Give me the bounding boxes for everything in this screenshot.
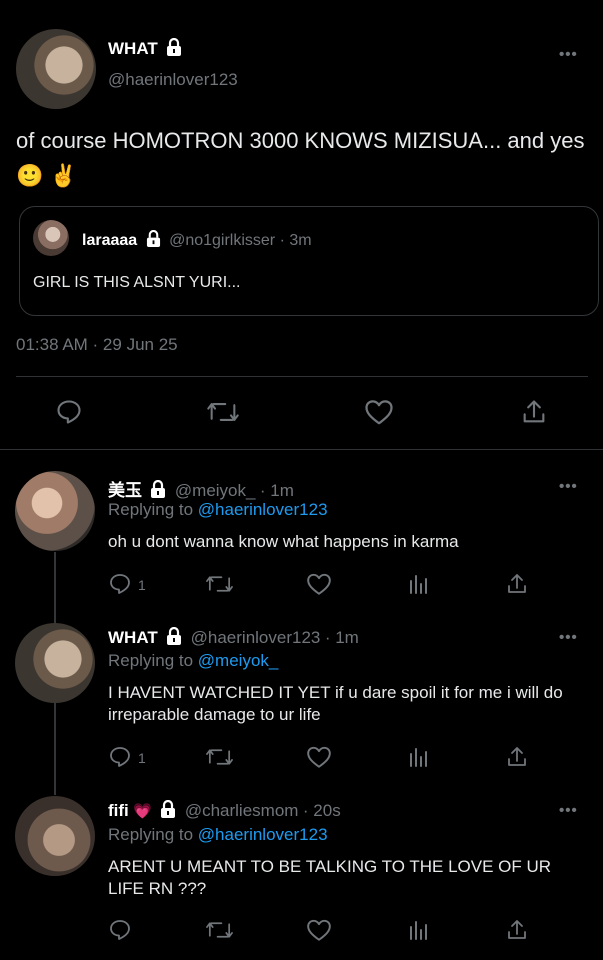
retweet-icon[interactable] (206, 398, 240, 426)
replying-to-link[interactable]: @haerinlover123 (198, 825, 328, 844)
quoted-text: GIRL IS THIS ALSNT YURI... (33, 274, 241, 291)
main-author-name[interactable]: WHAT (108, 38, 182, 59)
reply-2-display-name[interactable]: WHAT (108, 628, 158, 647)
lock-icon (161, 800, 176, 818)
divider (0, 449, 603, 450)
avatar-main[interactable] (16, 29, 96, 109)
like-icon[interactable] (306, 745, 332, 769)
main-handle[interactable]: @haerinlover123 (108, 70, 238, 90)
reply-3-handle[interactable]: @charliesmom (185, 801, 299, 820)
reply-1-handle[interactable]: @meiyok_ (175, 481, 256, 500)
reply-count: 1 (138, 577, 146, 593)
reply-2-text: I HAVENT WATCHED IT YET if u dare spoil … (108, 683, 563, 724)
reply-2-time: · 1m (324, 628, 359, 647)
main-tweet-text: of course HOMOTRON 3000 KNOWS MIZISUA...… (16, 123, 596, 193)
share-icon[interactable] (506, 572, 528, 596)
avatar-reply-2[interactable] (15, 623, 95, 703)
replying-to-link[interactable]: @haerinlover123 (198, 500, 328, 519)
quoted-avatar[interactable] (33, 220, 69, 256)
reply-3-display-name[interactable]: fifi (108, 801, 129, 820)
quoted-tweet-card[interactable]: laraaaa @no1girlkisser · 3m GIRL IS THIS… (19, 206, 599, 316)
like-icon[interactable] (306, 572, 332, 596)
replying-to-link[interactable]: @meiyok_ (198, 651, 279, 670)
quoted-display-name[interactable]: laraaaa (82, 232, 137, 249)
main-display-name[interactable]: WHAT (108, 39, 158, 58)
share-icon[interactable] (506, 918, 528, 942)
reply-1-text: oh u dont wanna know what happens in kar… (108, 532, 459, 551)
reply-1-time: · 1m (259, 481, 294, 500)
avatar-reply-1[interactable] (15, 471, 95, 551)
reply-icon[interactable] (108, 745, 132, 769)
main-timestamp[interactable]: 01:38 AM · 29 Jun 25 (16, 335, 178, 355)
analytics-icon[interactable] (408, 918, 430, 942)
lock-icon (151, 480, 166, 498)
replying-to-label: Replying to (108, 825, 194, 844)
main-text: of course HOMOTRON 3000 KNOWS MIZISUA...… (16, 128, 585, 153)
reply-3-text: ARENT U MEANT TO BE TALKING TO THE LOVE … (108, 857, 552, 898)
analytics-icon[interactable] (408, 745, 430, 769)
quoted-handle[interactable]: @no1girlkisser (169, 232, 275, 249)
more-icon[interactable]: ••• (559, 478, 578, 495)
more-icon[interactable]: ••• (559, 802, 578, 819)
reply-icon[interactable] (108, 918, 132, 942)
reply-count: 1 (138, 750, 146, 766)
more-icon[interactable]: ••• (559, 629, 578, 646)
lock-icon (146, 230, 160, 247)
main-emojis: 🙂 ✌️ (16, 163, 77, 188)
share-icon[interactable] (521, 398, 547, 426)
replying-to-label: Replying to (108, 500, 194, 519)
avatar-reply-3[interactable] (15, 796, 95, 876)
like-icon[interactable] (364, 398, 394, 426)
reply-2-handle[interactable]: @haerinlover123 (191, 628, 321, 647)
retweet-icon[interactable] (205, 745, 234, 769)
share-icon[interactable] (506, 745, 528, 769)
heart-emoji: 💗 (133, 803, 152, 820)
reply-1-display-name[interactable]: 美玉 (108, 481, 142, 500)
lock-icon (167, 38, 182, 56)
like-icon[interactable] (306, 918, 332, 942)
reply-icon[interactable] (55, 398, 83, 426)
retweet-icon[interactable] (205, 572, 234, 596)
more-icon[interactable]: ••• (559, 46, 578, 63)
reply-3-time: · 20s (302, 801, 341, 820)
replying-to-label: Replying to (108, 651, 194, 670)
analytics-icon[interactable] (408, 572, 430, 596)
thread-connector (54, 552, 56, 624)
divider (16, 376, 588, 377)
quoted-time: · 3m (279, 232, 312, 249)
retweet-icon[interactable] (205, 918, 234, 942)
thread-connector (54, 703, 56, 795)
lock-icon (167, 627, 182, 645)
reply-icon[interactable] (108, 572, 132, 596)
